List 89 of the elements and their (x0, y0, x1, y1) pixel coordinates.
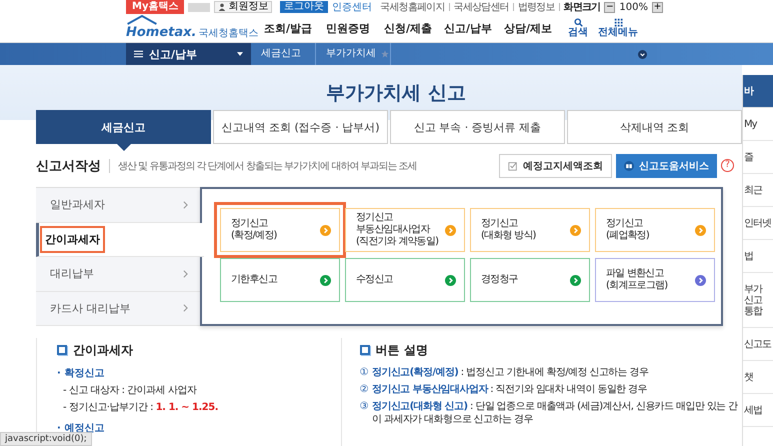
taxpayer-type-label: 카드사 대리납부 (49, 300, 132, 317)
zoom-level: 100% (619, 2, 648, 12)
filing-option-label: 정기신고 (확정/예정) (231, 218, 277, 242)
main-menu-item[interactable]: 신고/납부 (438, 20, 498, 36)
filing-option-card[interactable]: 정기신고 (폐업확정) (595, 208, 715, 252)
filing-option-card[interactable]: 파일 변환신고 (회계프로그램) (595, 258, 715, 302)
cert-center-link[interactable]: 인증센터 (332, 0, 372, 14)
tab[interactable]: 신고내역 조회 (접수증 · 납부서) (213, 110, 388, 144)
quick-menu-item[interactable]: 챗 (743, 361, 773, 394)
quick-menu-item[interactable]: 즐 (743, 141, 773, 174)
section-title: 신고서작성 (36, 158, 101, 174)
person-icon (218, 3, 226, 11)
help-service-button[interactable]: 신고도움서비스 (616, 154, 717, 178)
logo[interactable]: Hometax. (126, 25, 196, 41)
chevron-icon (183, 200, 188, 209)
status-url: javascript:void(0); (0, 432, 92, 446)
top-link[interactable]: 법령정보 (518, 0, 555, 14)
item-number: ① (360, 366, 368, 379)
button-explanation: 정기신고(확정/예정) : 법정신고 기한내에 확정/예정 신고하는 경우 (372, 366, 650, 379)
chevron-icon (183, 270, 188, 278)
star-icon[interactable] (381, 50, 389, 58)
search-icon[interactable] (574, 18, 582, 27)
page-title: 부가가치세 신고 (326, 80, 466, 106)
filing-option-label: 정기신고 (대화형 방식) (481, 218, 536, 242)
logo-subtitle: 국세청홈택스 (198, 27, 258, 41)
tab-pointer-icon (116, 144, 130, 151)
filing-option-label: 기한후신고 (231, 274, 278, 286)
square-bullet-icon (57, 345, 67, 355)
info-title: 버튼 설명 (376, 342, 428, 358)
taxpayer-type-label: 일반과세자 (49, 197, 106, 214)
section-dropdown[interactable]: 신고/납부 (126, 43, 251, 65)
my-hometax-badge[interactable]: My홈택스 (126, 0, 184, 14)
filing-option-card[interactable]: 정기신고 부동산임대사업자 (직전기와 계약동일) (345, 208, 465, 252)
button-explanation: 정기신고 부동산임대사업자 : 직전기와 임대차 내역이 동일한 경우 (372, 383, 648, 396)
caret-icon (237, 52, 243, 56)
quick-menu-item[interactable]: 신고도 (743, 328, 773, 361)
info-subheading: · 예정신고 (57, 422, 106, 434)
filing-option-label: 정기신고 (폐업확정) (606, 218, 650, 242)
taxpayer-type-label: 간이과세자 (40, 226, 105, 253)
chevron-icon (183, 304, 188, 312)
checkbox-icon (508, 160, 518, 170)
quick-menu-item[interactable]: My (743, 108, 773, 141)
top-link[interactable]: 국세청홈페이지 (380, 0, 445, 14)
quick-menu-item[interactable]: 법 (743, 240, 773, 273)
info-detail: - 신고 대상자 : 간이과세 사업자 (62, 384, 198, 398)
filing-option-card[interactable]: 경정청구 (470, 258, 590, 302)
top-link[interactable]: 화면크기 (564, 0, 600, 14)
item-number: ② (360, 383, 368, 396)
filing-option-card[interactable]: 기한후신고 (220, 258, 340, 302)
quick-menu-item[interactable]: 부가 신고 통합 (743, 273, 773, 328)
taxpayer-type-label: 대리납부 (49, 266, 95, 282)
filing-option-card[interactable]: 정기신고 (대화형 방식) (470, 208, 590, 252)
zoom-in-button[interactable]: + (652, 2, 663, 12)
info-detail: - 정기신고·납부기간 : 1. 1. ~ 1.25. (62, 401, 220, 415)
inquiry-button[interactable]: 예정고지세액조회 (499, 154, 612, 178)
main-menu-item[interactable]: 상담/제보 (498, 20, 558, 36)
quick-menu-item[interactable]: 인터넷 (743, 207, 773, 240)
zoom-out-button[interactable]: − (604, 2, 616, 12)
filing-option-label: 정기신고 부동산임대사업자 (직전기와 계약동일) (356, 212, 438, 248)
main-menu-item[interactable]: 신청/제출 (378, 20, 438, 36)
button-explanation: 정기신고(대화형 신고) : 단일 업종으로 매출액과 (세금)계산서, 신용카드 매입만 있는 간이 과세자가 대화형으로 신고하는 경우 (372, 400, 739, 426)
top-link[interactable]: 국세상담센터 (454, 0, 509, 14)
all-menu-label[interactable]: 전체메뉴 (598, 27, 638, 38)
house-roof-icon (126, 15, 158, 25)
quick-menu-title: 바 (743, 75, 773, 108)
info-subheading: · 확정신고 (57, 367, 106, 381)
filing-option-label: 수정신고 (356, 274, 393, 286)
search-label[interactable]: 검색 (568, 27, 588, 38)
main-menu-item[interactable]: 민원증명 (318, 20, 378, 36)
section-description: 생산 및 유통과정의 각 단계에서 창출되는 부가가치에 대하여 부과되는 조세 (109, 158, 417, 172)
main-menu-item[interactable]: 조회/발급 (258, 20, 318, 36)
blurred-name (188, 2, 210, 12)
quick-menu-item[interactable]: 세법 (743, 394, 773, 427)
grid-menu-icon[interactable] (614, 18, 622, 27)
tab[interactable]: 삭제내역 조회 (567, 110, 742, 144)
menu-icon (134, 50, 143, 58)
taxpayer-type-item[interactable]: 간이과세자 (36, 222, 204, 257)
quick-menu-item[interactable]: 최근 (743, 174, 773, 207)
help-button[interactable]: ? (721, 159, 734, 172)
info-title: 간이과세자 (73, 342, 133, 358)
square-bullet-icon (360, 345, 370, 355)
member-info-button[interactable]: 회원정보 (214, 1, 272, 13)
filing-option-label: 파일 변환신고 (회계프로그램) (606, 268, 668, 292)
tab[interactable]: 신고 부속 · 증빙서류 제출 (390, 110, 565, 144)
item-number: ③ (360, 400, 368, 414)
logout-button[interactable]: 로그아웃 (280, 1, 328, 13)
filing-option-card[interactable]: 수정신고 (345, 258, 465, 302)
filing-option-label: 경정청구 (481, 274, 518, 286)
expand-icon[interactable] (638, 50, 647, 58)
